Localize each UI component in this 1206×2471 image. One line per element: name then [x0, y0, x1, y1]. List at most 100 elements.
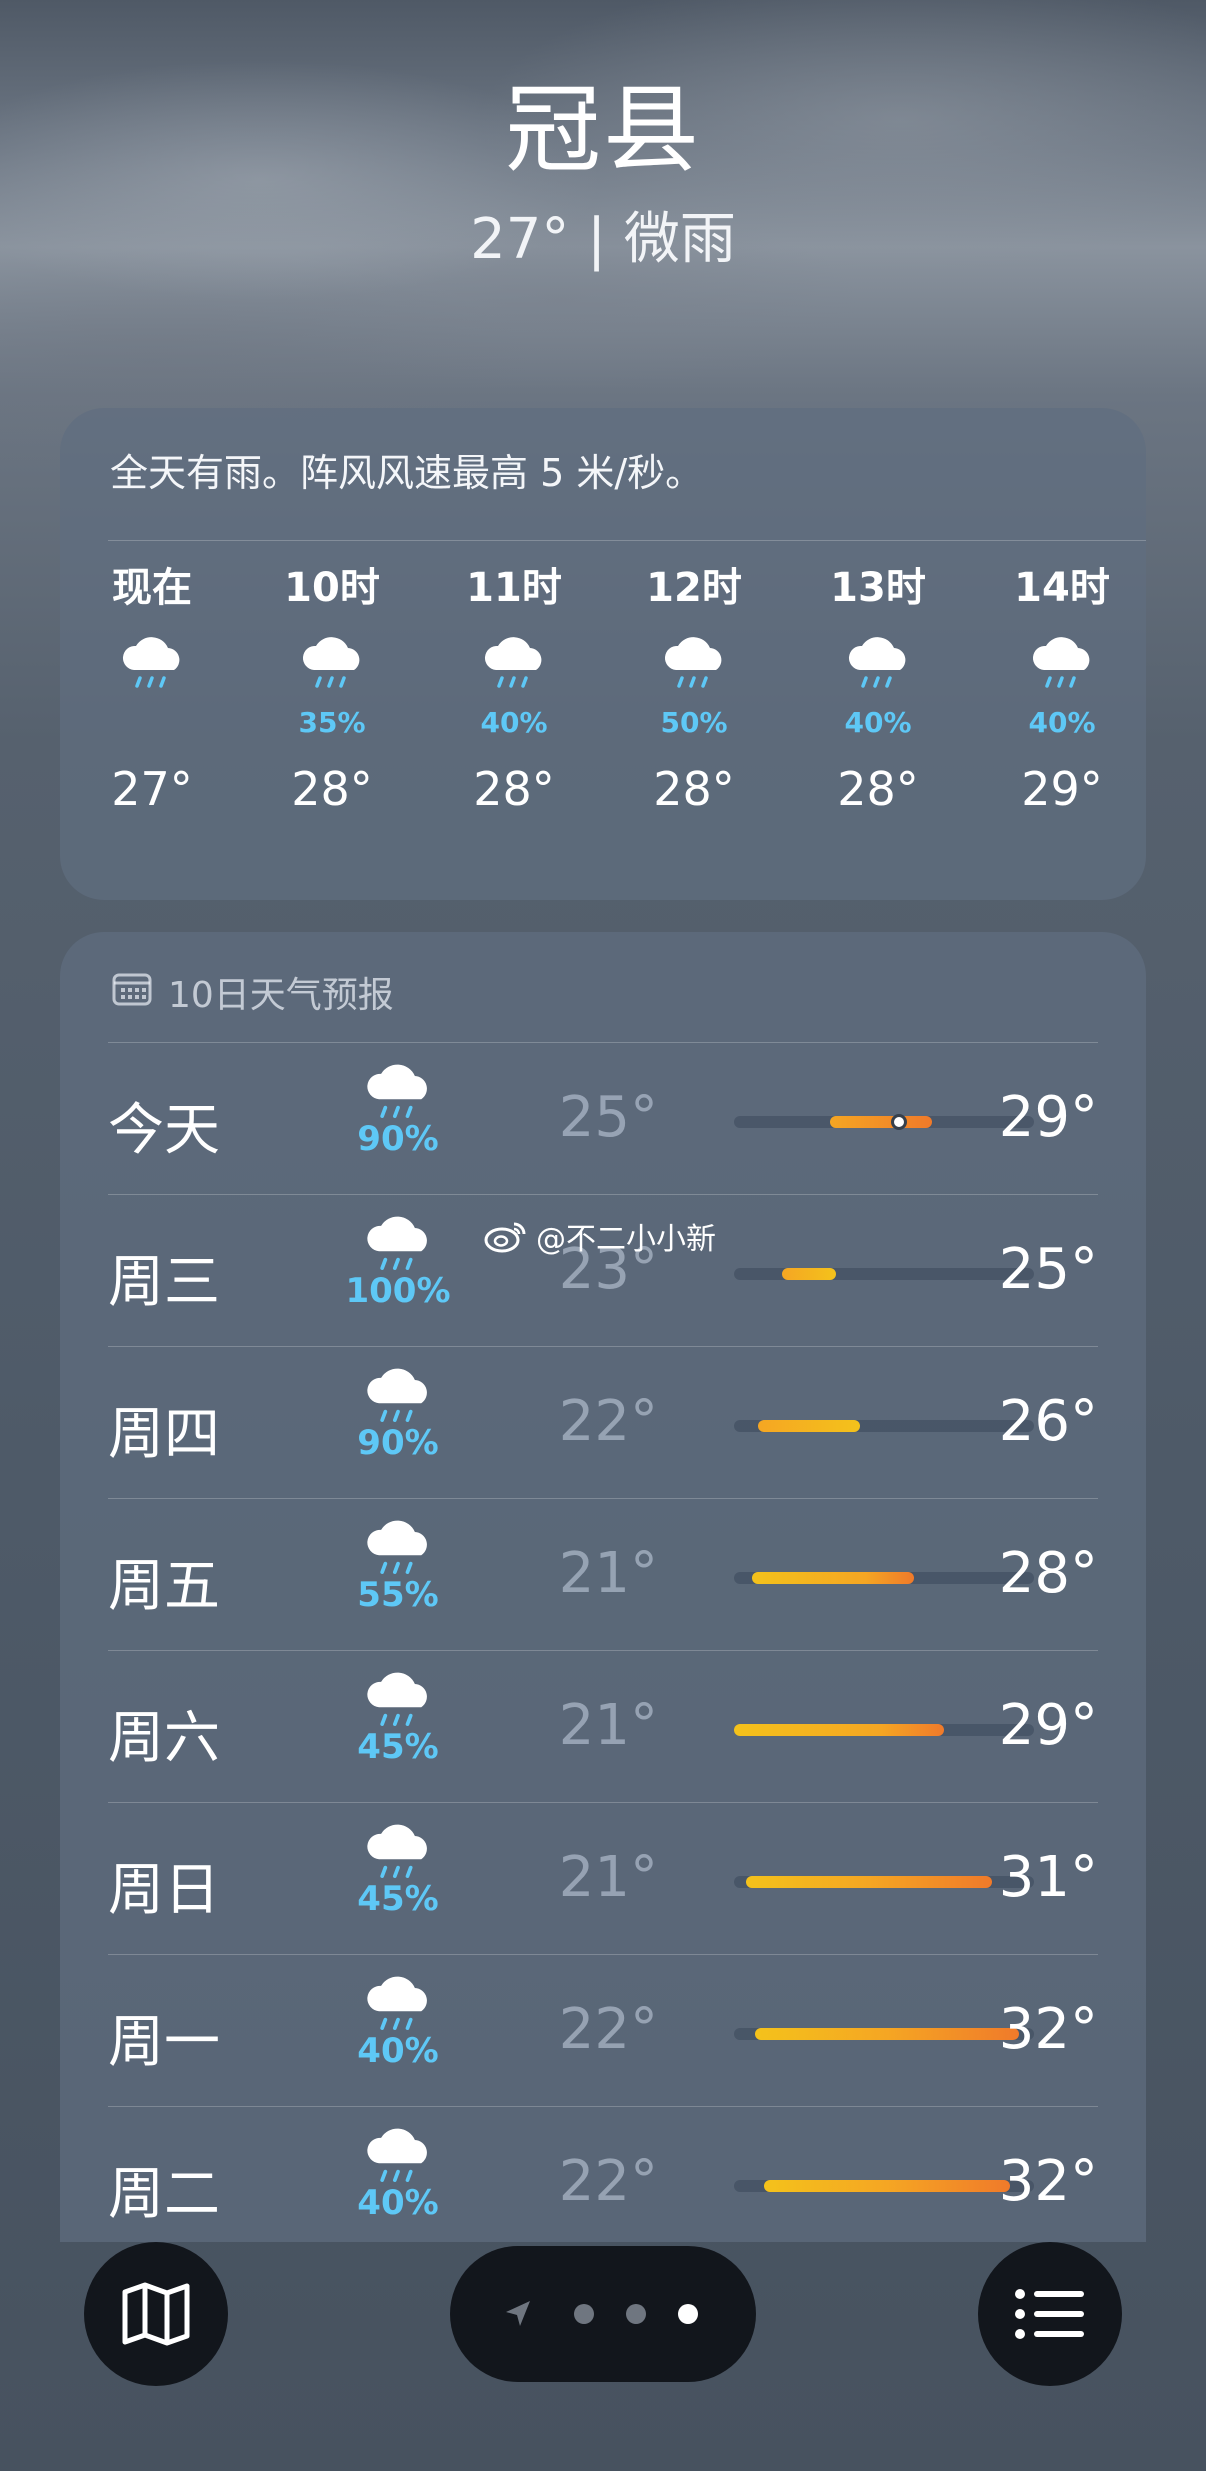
hour-icon-wrap: 50%	[604, 618, 784, 739]
hour-temp: 28°	[291, 762, 373, 816]
page-dot-active[interactable]	[678, 2304, 698, 2324]
day-weather: 45%	[338, 1671, 458, 1767]
hour-icon-wrap: 40%	[788, 618, 968, 739]
day-weather: 55%	[338, 1519, 458, 1615]
hour-precip: 40%	[480, 706, 548, 739]
rain-cloud-icon	[484, 637, 542, 688]
high-temp: 29°	[998, 1693, 1098, 1758]
hour-column: 11时 40% 28°	[424, 558, 604, 816]
location-list-button[interactable]	[978, 2242, 1122, 2386]
hour-icon-wrap	[62, 618, 242, 738]
watermark-text: @不二小小新	[536, 1222, 716, 1257]
rain-cloud-icon	[367, 1368, 427, 1422]
rain-cloud-icon	[302, 637, 360, 688]
rain-cloud-icon	[367, 2128, 427, 2182]
temp-range-fill	[734, 1724, 944, 1736]
location-arrow-icon[interactable]	[502, 2298, 534, 2330]
day-weather: 40%	[338, 1975, 458, 2071]
rain-cloud-icon	[848, 637, 906, 688]
low-temp: 22°	[558, 2149, 658, 2214]
high-temp: 26°	[998, 1389, 1098, 1454]
ten-day-forecast-card[interactable]: 10日天气预报 今天 90% 25° 29° 周三 100% 23° 25° 周四 90% 22° 2…	[60, 932, 1146, 2242]
day-weather: 100%	[338, 1215, 458, 1311]
day-precip: 40%	[357, 2031, 439, 2071]
high-temp: 32°	[998, 2149, 1098, 2214]
day-precip: 90%	[357, 1423, 439, 1463]
current-temp-dot	[891, 1114, 907, 1130]
hour-label: 13时	[830, 565, 926, 611]
hourly-forecast-card[interactable]: 全天有雨。阵风风速最高 5 米/秒。 现在 27° 10时 35% 28° 11时 40% 2…	[60, 408, 1146, 900]
rain-cloud-icon	[1032, 637, 1090, 688]
forecast-row[interactable]: 周六 45% 21° 29°	[108, 1650, 1098, 1802]
temp-range-bar	[734, 1268, 1034, 1280]
forecast-row[interactable]: 周二 40% 22° 32°	[108, 2106, 1098, 2242]
rain-cloud-icon	[367, 1064, 427, 1118]
hour-precip: 40%	[1028, 706, 1096, 739]
temp-range-bar	[734, 1114, 1034, 1130]
temp-range-bar	[734, 1724, 1034, 1736]
day-weather: 90%	[338, 1367, 458, 1463]
hour-icon-wrap: 40%	[424, 618, 604, 739]
hour-temp: 28°	[473, 762, 555, 816]
day-label: 周五	[108, 1554, 220, 1619]
hourly-strip[interactable]: 现在 27° 10时 35% 28° 11时 40% 28° 12时 50% 28° 13时 40% 28…	[60, 558, 1146, 898]
day-precip: 45%	[357, 1727, 439, 1767]
temp-range-fill	[764, 2180, 1010, 2192]
high-temp: 32°	[998, 1997, 1098, 2062]
calendar-icon	[112, 973, 152, 1006]
high-temp: 28°	[998, 1541, 1098, 1606]
temp-range-bar	[734, 2180, 1034, 2192]
day-label: 周三	[108, 1250, 220, 1315]
day-label: 周二	[108, 2162, 220, 2227]
hour-precip: 35%	[298, 706, 366, 739]
day-precip: 40%	[357, 2183, 439, 2223]
rain-cloud-icon	[367, 1824, 427, 1878]
rain-cloud-icon	[367, 1520, 427, 1574]
page-dot[interactable]	[626, 2304, 646, 2324]
rain-cloud-icon	[664, 637, 722, 688]
day-label: 周日	[108, 1858, 220, 1923]
hour-icon-wrap: 35%	[242, 618, 422, 739]
forecast-title: 10日天气预报	[168, 975, 394, 1016]
page-indicator[interactable]	[450, 2246, 756, 2382]
high-temp: 29°	[998, 1085, 1098, 1150]
forecast-row[interactable]: 周日 45% 21° 31°	[108, 1802, 1098, 1954]
page-dot[interactable]	[574, 2304, 594, 2324]
day-label: 周六	[108, 1706, 220, 1771]
low-temp: 22°	[558, 1389, 658, 1454]
hour-precip: 50%	[660, 706, 728, 739]
day-precip: 90%	[357, 1119, 439, 1159]
rain-cloud-icon	[367, 1976, 427, 2030]
forecast-row[interactable]: 今天 90% 25° 29°	[108, 1042, 1098, 1194]
forecast-row[interactable]: 周五 55% 21° 28°	[108, 1498, 1098, 1650]
watermark: @不二小小新	[484, 1214, 716, 1258]
hour-column: 现在 27°	[62, 558, 242, 816]
temp-range-fill	[830, 1116, 932, 1128]
temp-range-fill	[755, 2028, 1019, 2040]
hour-label: 11时	[466, 565, 562, 611]
hour-column: 13时 40% 28°	[788, 558, 968, 816]
temp-range-bar	[734, 1572, 1034, 1584]
temp-range-bar	[734, 1420, 1034, 1432]
day-label: 周四	[108, 1402, 220, 1467]
day-weather: 45%	[338, 1823, 458, 1919]
hour-temp: 28°	[837, 762, 919, 816]
temp-range-fill	[746, 1876, 992, 1888]
day-weather: 90%	[338, 1063, 458, 1159]
hour-label: 现在	[112, 565, 192, 611]
forecast-row[interactable]: 周一 40% 22° 32°	[108, 1954, 1098, 2106]
map-button[interactable]	[84, 2242, 228, 2386]
hour-icon-wrap: 40%	[972, 618, 1146, 739]
low-temp: 21°	[558, 1541, 658, 1606]
hour-label: 12时	[646, 565, 742, 611]
rain-cloud-icon	[367, 1216, 427, 1270]
map-icon	[122, 2282, 190, 2346]
temp-range-fill	[782, 1268, 836, 1280]
daily-summary-text: 全天有雨。阵风风速最高 5 米/秒。	[110, 451, 704, 495]
list-icon	[1015, 2289, 1084, 2339]
forecast-row[interactable]: 周四 90% 22° 26°	[108, 1346, 1098, 1498]
hour-temp: 28°	[653, 762, 735, 816]
day-label: 周一	[108, 2010, 220, 2075]
low-temp: 22°	[558, 1997, 658, 2062]
hour-column: 10时 35% 28°	[242, 558, 422, 816]
